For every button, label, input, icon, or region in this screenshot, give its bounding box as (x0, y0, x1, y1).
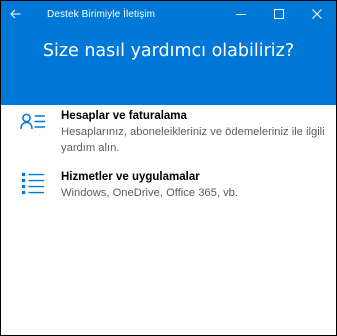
app-title: Destek Birimiyle İletişim (47, 8, 156, 20)
close-button[interactable] (298, 1, 336, 27)
bulleted-list-icon (21, 172, 45, 195)
app-window: Destek Birimiyle İletişim Size nasıl yar… (0, 0, 337, 336)
maximize-button[interactable] (260, 1, 298, 27)
page-heading: Size nasıl yardımcı olabiliriz? (42, 41, 295, 61)
option-title: Hizmetler ve uygulamalar (61, 171, 200, 183)
header-banner: Destek Birimiyle İletişim Size nasıl yar… (1, 1, 336, 105)
back-button[interactable] (1, 1, 29, 27)
title-bar: Destek Birimiyle İletişim (1, 1, 336, 27)
person-list-icon (20, 113, 45, 130)
maximize-icon (274, 9, 284, 19)
option-services-apps[interactable]: Hizmetler ve uygulamalar Windows, OneDri… (1, 170, 336, 201)
option-accounts-billing[interactable]: Hesaplar ve faturalama Hesaplarınız, abo… (1, 109, 336, 156)
minimize-button[interactable] (222, 1, 260, 27)
back-arrow-icon (9, 9, 20, 19)
caption-buttons (222, 1, 336, 27)
minimize-icon (236, 14, 246, 15)
option-description: Hesaplarınız, aboneleikleriniz ve ödemel… (61, 126, 325, 154)
support-options-list: Hesaplar ve faturalama Hesaplarınız, abo… (1, 109, 336, 201)
option-description: Windows, OneDrive, Office 365, vb. (61, 187, 239, 199)
close-icon (312, 9, 322, 19)
option-title: Hesaplar ve faturalama (61, 110, 187, 122)
